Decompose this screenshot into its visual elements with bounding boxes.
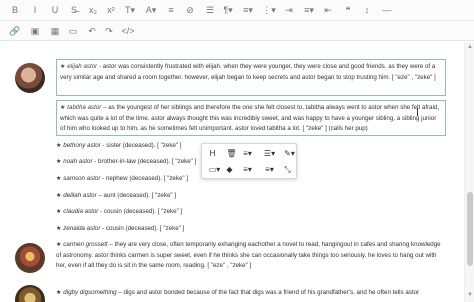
entry-name: bethony astor bbox=[63, 142, 101, 149]
scroll-up-icon[interactable]: ▲ bbox=[467, 44, 473, 50]
avatar bbox=[15, 243, 45, 273]
entry-elijah[interactable]: ★ elijah astor - astor was consistently … bbox=[56, 59, 446, 96]
embed-icon[interactable]: ▭ bbox=[66, 24, 80, 38]
entry-name: carmen grossett bbox=[63, 241, 108, 248]
entry-text: - sister (deceased). [ "zeke" ] bbox=[100, 142, 182, 149]
editor-toolbar: B I U S̶ x₂ x² T▾ A▾ ≡ ⊘ ☰ ¶▾ ≡▾ ⋮▾ ⇥ ≡▾ ⇤ ❝ ↕ — 🔗 ▣ ▦ ▭ ↶ ↷ </> bbox=[0, 0, 474, 41]
text-caret bbox=[417, 108, 418, 116]
list-item[interactable]: ★ zenaida astor - cousin (deceased). [ "… bbox=[56, 225, 184, 233]
line-height-icon[interactable]: ↕ bbox=[360, 3, 374, 17]
entry-text: – digs and astor bonded because of the f… bbox=[116, 289, 420, 296]
scrollbar-thumb[interactable] bbox=[467, 192, 473, 266]
brush-icon[interactable]: ✎▾ bbox=[282, 148, 297, 159]
entry-name: digby digsomething bbox=[63, 289, 117, 296]
entry-text: - brother-in-law (deceased). [ "zeke" ] bbox=[92, 158, 197, 165]
code-view-icon[interactable]: </> bbox=[121, 24, 135, 38]
entry-tabitha[interactable]: ★ tabitha astor – as the youngest of her… bbox=[56, 100, 446, 136]
star-icon: ★ bbox=[60, 104, 66, 111]
indent-icon[interactable]: ⇥ bbox=[282, 3, 296, 17]
clear-format-icon[interactable]: ⊘ bbox=[183, 3, 197, 17]
table-cell-icon[interactable]: ▭▾ bbox=[207, 164, 222, 175]
italic-icon[interactable]: I bbox=[28, 3, 42, 17]
list-item[interactable]: ★ delilah astor – aunt (deceased). [ "ze… bbox=[56, 192, 176, 200]
text-align-icon[interactable]: ≡▾ bbox=[240, 164, 255, 175]
entry-name: zenaida astor bbox=[63, 225, 101, 232]
entry-text: - cousin (deceased). [ "zeke" ] bbox=[100, 225, 185, 232]
horizontal-rule-icon[interactable]: — bbox=[380, 3, 394, 17]
table-icon[interactable]: ▦ bbox=[48, 24, 62, 38]
paragraph-icon[interactable]: ¶▾ bbox=[221, 3, 235, 17]
superscript-icon[interactable]: x² bbox=[104, 3, 118, 17]
entry-text: - cousin (deceased). [ "zeke" ] bbox=[98, 208, 183, 215]
list-item[interactable]: ★ bethony astor - sister (deceased). [ "… bbox=[56, 142, 182, 150]
delete-icon[interactable]: 🗑 bbox=[224, 148, 239, 159]
entry-text: - nephew (deceased). [ "zeke" ] bbox=[100, 175, 189, 182]
star-icon: ★ bbox=[60, 63, 66, 70]
table-popup-toolbar: H 🗑 ≡▾ ☰▾ ✎▾ ▭▾ ◆ ≡▾ ≡▾ ⤡ bbox=[201, 143, 297, 179]
image-icon[interactable]: ▣ bbox=[28, 24, 42, 38]
resize-icon[interactable]: ⤡ bbox=[282, 164, 293, 175]
align-icon[interactable]: ≡ bbox=[164, 3, 178, 17]
entry-name: claudia astor bbox=[63, 208, 99, 215]
link-icon[interactable]: 🔗 bbox=[8, 24, 22, 38]
avatar bbox=[15, 63, 45, 93]
entry-text: - astor was consistently frustrated with… bbox=[60, 63, 436, 81]
entry-name: delilah astor bbox=[63, 192, 97, 199]
align-left-icon[interactable]: ≡▾ bbox=[302, 3, 316, 17]
entry-text: – they are very close, often temporarily… bbox=[56, 241, 441, 269]
list-icon[interactable]: ☰ bbox=[203, 3, 217, 17]
bulleted-list-icon[interactable]: ≡▾ bbox=[241, 3, 255, 17]
avatar bbox=[15, 285, 45, 302]
entry-name: noah astor bbox=[63, 158, 93, 165]
list-item[interactable]: ★ noah astor - brother-in-law (deceased)… bbox=[56, 158, 196, 166]
entry-digby[interactable]: ★ digby digsomething – digs and astor bo… bbox=[56, 288, 446, 299]
subscript-icon[interactable]: x₂ bbox=[86, 3, 100, 17]
list-item[interactable]: ★ claudia astor - cousin (deceased). [ "… bbox=[56, 208, 182, 216]
line-spacing-icon[interactable]: ≡▾ bbox=[262, 164, 277, 175]
vertical-scrollbar[interactable]: ▲ ▼ bbox=[464, 42, 474, 302]
undo-icon[interactable]: ↶ bbox=[85, 24, 99, 38]
underline-icon[interactable]: U bbox=[48, 3, 62, 17]
strikethrough-icon[interactable]: S̶ bbox=[67, 3, 81, 17]
entry-text: – aunt (deceased). [ "zeke" ] bbox=[96, 192, 177, 199]
entry-name: elijah astor bbox=[67, 63, 98, 70]
entry-name: samson astor bbox=[63, 175, 101, 182]
entry-name: tabitha astor bbox=[67, 104, 102, 111]
numbered-list-icon[interactable]: ⋮▾ bbox=[262, 3, 276, 17]
outdent-icon[interactable]: ⇤ bbox=[321, 3, 335, 17]
entry-text: – as the youngest of her siblings and th… bbox=[60, 104, 440, 132]
scroll-down-icon[interactable]: ▼ bbox=[467, 292, 473, 298]
align-icon[interactable]: ≡▾ bbox=[240, 148, 255, 159]
toolbar-row-2: 🔗 ▣ ▦ ▭ ↶ ↷ </> bbox=[0, 20, 474, 40]
fill-icon[interactable]: ◆ bbox=[224, 164, 235, 175]
heading-icon[interactable]: H bbox=[207, 148, 218, 159]
blockquote-icon[interactable]: ❝ bbox=[341, 3, 355, 17]
font-style-icon[interactable]: T▾ bbox=[123, 3, 137, 17]
text-color-icon[interactable]: A▾ bbox=[144, 3, 158, 17]
list-icon[interactable]: ☰▾ bbox=[262, 148, 277, 159]
list-item[interactable]: ★ samson astor - nephew (deceased). [ "z… bbox=[56, 175, 188, 183]
toolbar-row-1: B I U S̶ x₂ x² T▾ A▾ ≡ ⊘ ☰ ¶▾ ≡▾ ⋮▾ ⇥ ≡▾ ⇤ ❝ ↕ — bbox=[0, 0, 474, 20]
redo-icon[interactable]: ↷ bbox=[102, 24, 116, 38]
bold-icon[interactable]: B bbox=[8, 3, 22, 17]
entry-carmen[interactable]: ★ carmen grossett – they are very close,… bbox=[56, 240, 446, 272]
